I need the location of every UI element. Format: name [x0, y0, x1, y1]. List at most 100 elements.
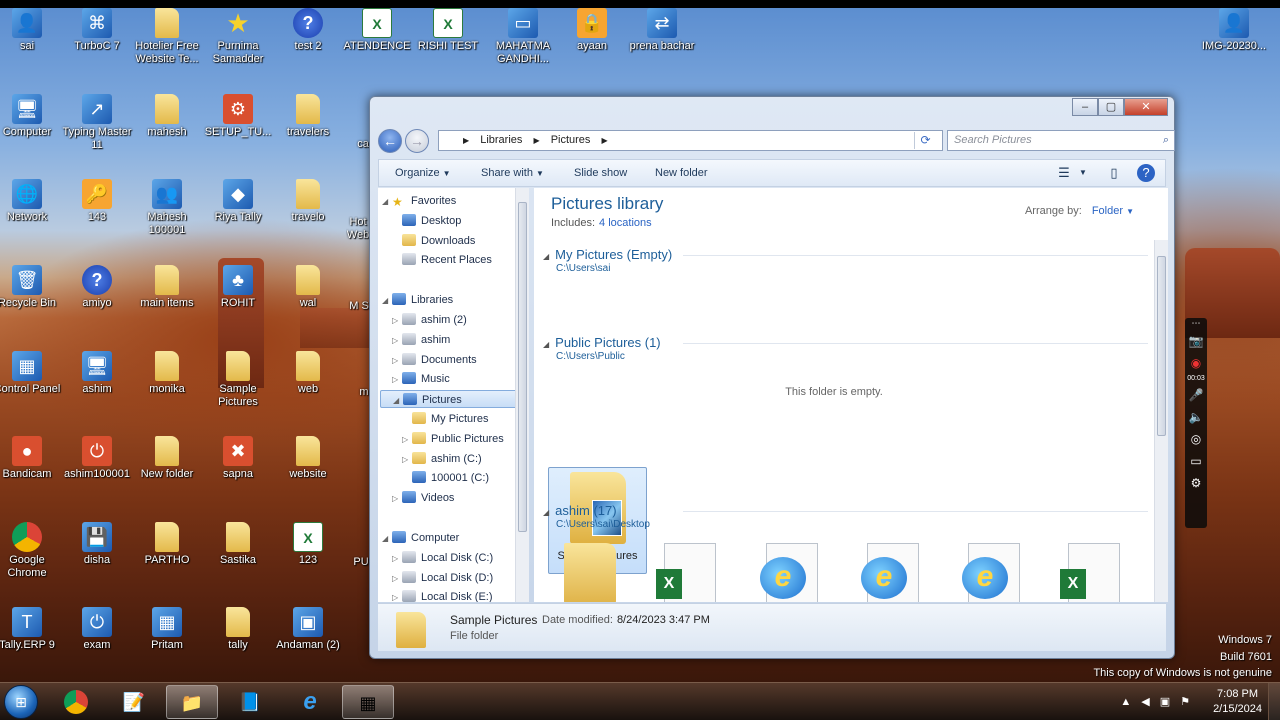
file-item[interactable]: X [1058, 543, 1126, 602]
desktop-icon[interactable]: website [273, 436, 343, 481]
expand-icon[interactable]: ▷ [392, 332, 402, 350]
close-button[interactable]: ✕ [1124, 98, 1168, 116]
desktop-icon[interactable]: ▣ Andaman (2) [273, 607, 343, 652]
volume-icon[interactable]: ◀ [1141, 696, 1159, 708]
desktop-icon[interactable]: Sastika [203, 522, 273, 567]
desktop-icon-partial[interactable]: M S [348, 300, 370, 313]
desktop-icon[interactable]: 🖥 ashim [62, 351, 132, 396]
taskbar-chrome[interactable] [50, 685, 102, 719]
webcam-icon[interactable]: ◎ [1185, 428, 1207, 450]
locations-link[interactable]: 4 locations [599, 217, 652, 229]
camera-icon[interactable]: 📷 [1185, 330, 1207, 352]
nav-item-100001-c[interactable]: 100001 (C:) [402, 469, 489, 487]
desktop-icon[interactable]: X 123 [273, 522, 343, 567]
nav-item-computer[interactable]: ◢ Computer [382, 529, 459, 547]
nav-item-desktop[interactable]: Desktop [392, 212, 461, 230]
nav-item-videos[interactable]: ▷ Videos [392, 489, 454, 507]
record-icon[interactable]: ◉ [1185, 352, 1207, 374]
nav-item-documents[interactable]: ▷ Documents [392, 351, 477, 369]
group-public-pictures[interactable]: ◢ Public Pictures (1) C:\Users\Public [543, 335, 1148, 371]
breadcrumb-pictures[interactable]: Pictures [551, 134, 591, 146]
speaker-icon[interactable]: 🔈 [1185, 406, 1207, 428]
nav-item-recent-places[interactable]: Recent Places [392, 251, 492, 269]
desktop-icon[interactable]: T Tally.ERP 9 [0, 607, 62, 652]
nav-item-downloads[interactable]: Downloads [392, 232, 475, 250]
address-bar[interactable]: ▶ Libraries ▶ Pictures ▶ [438, 130, 943, 151]
desktop-icon[interactable]: ⏻ exam [62, 607, 132, 652]
taskbar-control-panel[interactable]: ▦ [342, 685, 394, 719]
desktop-icon[interactable]: ★ Purnima Samadder [203, 8, 273, 66]
desktop-icon-partial[interactable]: ca [356, 138, 370, 151]
expand-icon[interactable]: ▷ [392, 570, 402, 588]
desktop-icon[interactable]: X ATENDENCE [342, 8, 412, 53]
nav-item-ashim-2[interactable]: ▷ ashim (2) [392, 311, 467, 329]
navigation-scrollbar[interactable] [515, 188, 529, 602]
expand-icon[interactable]: ▷ [402, 451, 412, 469]
desktop-icon[interactable]: 🖥 Computer [0, 94, 62, 139]
new-folder-button[interactable]: New folder [655, 167, 708, 179]
nav-item-libraries[interactable]: ◢ Libraries [382, 291, 453, 309]
preview-pane-icon[interactable]: ▯ [1105, 164, 1123, 182]
search-icon[interactable]: ⌕ [1163, 131, 1169, 150]
collapse-icon[interactable]: ◢ [543, 508, 549, 517]
desktop-icon[interactable]: main items [132, 265, 202, 310]
desktop-icon-image[interactable]: 👤 IMG-20230... [1196, 8, 1272, 53]
desktop-icon[interactable]: ↗ Typing Master 11 [62, 94, 132, 152]
collapse-icon[interactable]: ◢ [382, 530, 392, 548]
desktop-icon[interactable]: ⇄ prena bachar [627, 8, 697, 53]
expand-icon[interactable]: ▷ [402, 431, 412, 449]
desktop-icon[interactable]: ▭ MAHATMA GANDHI... [488, 8, 558, 66]
chevron-down-icon[interactable]: ▼ [1074, 164, 1092, 182]
back-button[interactable]: ← [378, 129, 402, 153]
show-desktop-button[interactable] [1268, 683, 1280, 720]
network-tray-icon[interactable]: ▣ [1160, 696, 1180, 708]
expand-icon[interactable]: ▷ [392, 490, 402, 508]
nav-item-ashim-c[interactable]: ▷ ashim (C:) [402, 450, 482, 468]
desktop-icon[interactable]: Hotelier Free Website Te... [132, 8, 202, 66]
desktop-icon[interactable]: 🌐 Network [0, 179, 62, 224]
start-button[interactable]: ⊞ [4, 685, 38, 719]
desktop-icon[interactable]: mahesh [132, 94, 202, 139]
collapse-icon[interactable]: ◢ [543, 252, 549, 261]
nav-item-music[interactable]: ▷ Music [392, 370, 450, 388]
desktop-icon[interactable]: 👤 sai [0, 8, 62, 53]
nav-item-local-disk-e[interactable]: ▷ Local Disk (E:) [392, 588, 493, 602]
collapse-icon[interactable]: ◢ [393, 392, 403, 410]
collapse-icon[interactable]: ◢ [543, 340, 549, 349]
expand-icon[interactable]: ▷ [392, 589, 402, 602]
microphone-icon[interactable]: 🎤 [1185, 384, 1207, 406]
desktop-icon[interactable]: 💾 disha [62, 522, 132, 567]
desktop-icon[interactable]: ⌘ TurboC 7 [62, 8, 132, 53]
file-item[interactable]: e [756, 543, 824, 602]
expand-icon[interactable]: ▷ [392, 352, 402, 370]
desktop-icon[interactable]: ◆ Riya Tally [203, 179, 273, 224]
desktop-icon[interactable]: X RISHI TEST [413, 8, 483, 53]
desktop-icon[interactable]: 🗑 Recycle Bin [0, 265, 62, 310]
taskbar-internet-explorer[interactable]: e [284, 685, 336, 719]
change-view-icon[interactable]: ☰ [1055, 164, 1073, 182]
desktop-icon[interactable]: ● Bandicam [0, 436, 62, 481]
desktop-icon[interactable]: travelers [273, 94, 343, 139]
group-my-pictures[interactable]: ◢ My Pictures (Empty) C:\Users\sai [543, 247, 1148, 283]
taskbar-notepad[interactable]: 📝 [108, 685, 160, 719]
collapse-icon[interactable]: ◢ [382, 193, 392, 211]
slide-show-button[interactable]: Slide show [574, 167, 627, 179]
group-ashim[interactable]: ◢ ashim (17) C:\Users\sai\Desktop [543, 503, 1148, 539]
nav-item-ashim[interactable]: ▷ ashim [392, 331, 450, 349]
expand-icon[interactable]: ▷ [392, 550, 402, 568]
desktop-icon-partial[interactable]: Hot Web [346, 216, 370, 242]
desktop-icon[interactable]: travelo [273, 179, 343, 224]
scrollbar-thumb[interactable] [1157, 256, 1166, 436]
expand-icon[interactable]: ▷ [392, 371, 402, 389]
nav-item-public-pictures[interactable]: ▷ Public Pictures [402, 430, 504, 448]
desktop-icon[interactable]: PARTHO [132, 522, 202, 567]
desktop-icon[interactable]: monika [132, 351, 202, 396]
arrange-by-dropdown[interactable]: Folder ▼ [1092, 205, 1134, 217]
desktop-icon[interactable]: ▦ Control Panel [0, 351, 62, 396]
desktop-icon[interactable]: wal [273, 265, 343, 310]
desktop-icon[interactable]: ⏻ ashim100001 [62, 436, 132, 481]
flag-icon[interactable]: ⚑ [1180, 696, 1200, 708]
desktop-icon[interactable]: ⚙ SETUP_TU... [203, 94, 273, 139]
desktop-icon-partial[interactable]: PU [352, 556, 370, 569]
expand-icon[interactable]: ▷ [392, 312, 402, 330]
